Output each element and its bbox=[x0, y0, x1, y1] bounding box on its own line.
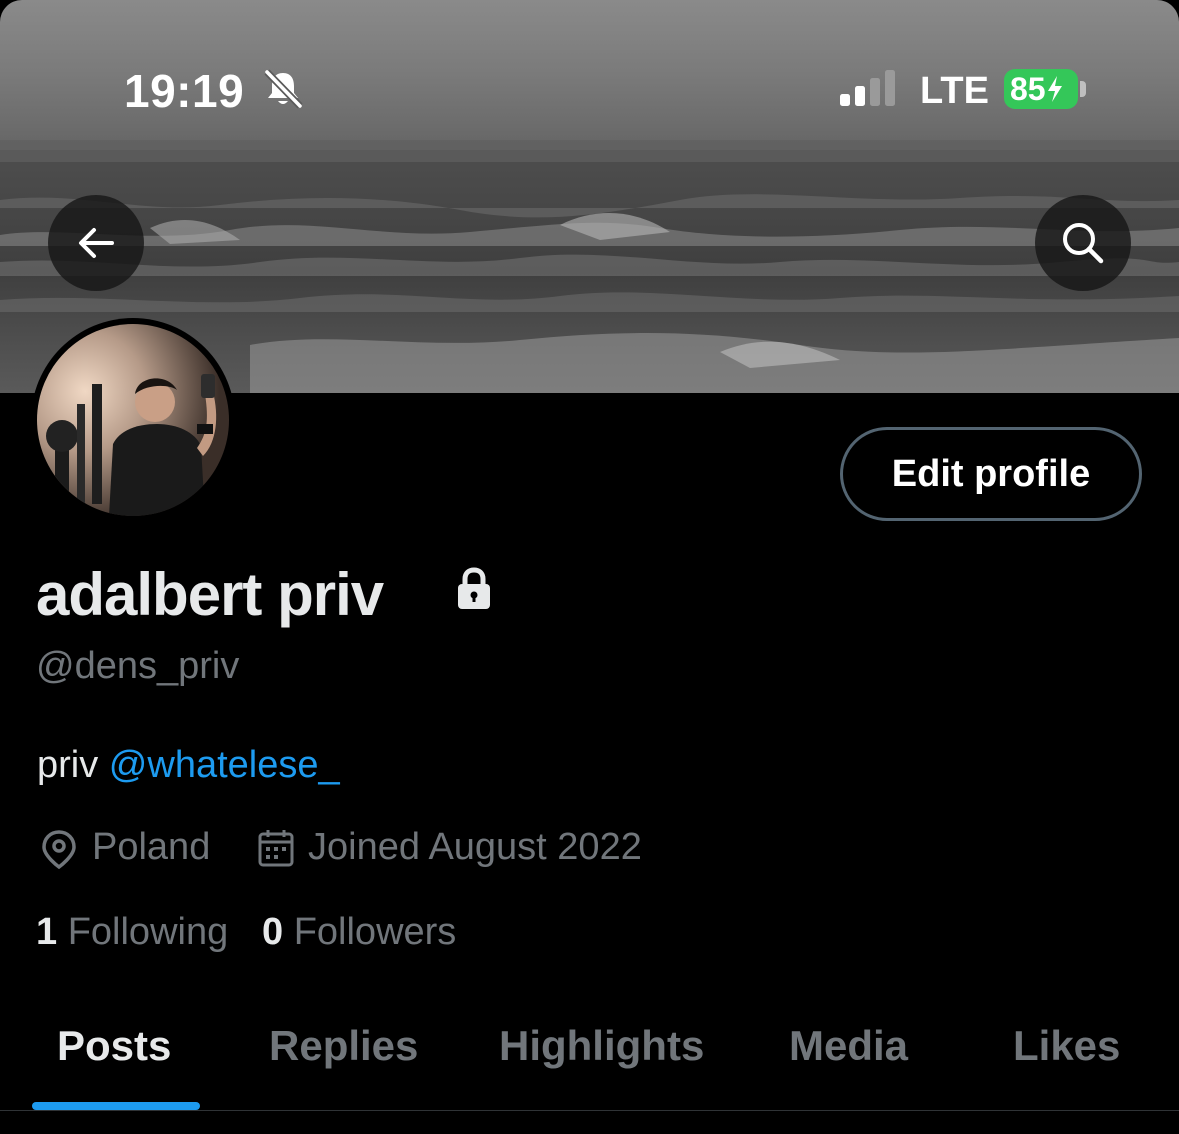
following-link[interactable]: 1 Following bbox=[36, 911, 228, 954]
followers-count: 0 bbox=[262, 911, 284, 953]
tab-replies[interactable]: Replies bbox=[269, 1022, 418, 1070]
lock-icon bbox=[458, 567, 490, 609]
battery-indicator: 85 bbox=[1004, 69, 1078, 109]
following-label: Following bbox=[67, 911, 229, 953]
back-button[interactable] bbox=[48, 195, 144, 291]
display-name: adalbert priv bbox=[36, 561, 384, 628]
tab-posts[interactable]: Posts bbox=[57, 1022, 171, 1070]
bio-mention-link[interactable]: @whatelese_ bbox=[109, 744, 340, 786]
joined-date: Joined August 2022 bbox=[308, 826, 642, 868]
avatar[interactable] bbox=[31, 318, 235, 522]
followers-link[interactable]: 0 Followers bbox=[262, 911, 456, 954]
active-tab-indicator bbox=[32, 1102, 200, 1110]
battery-cap bbox=[1080, 81, 1086, 97]
location: Poland bbox=[92, 826, 211, 868]
charging-bolt-icon bbox=[1047, 76, 1062, 102]
calendar-icon bbox=[258, 830, 294, 867]
bell-slash-icon bbox=[264, 69, 303, 109]
bio: priv @whatelese_ bbox=[37, 744, 340, 787]
tab-highlights[interactable]: Highlights bbox=[499, 1022, 704, 1070]
status-time: 19:19 bbox=[124, 65, 245, 117]
tabs-divider bbox=[0, 1110, 1179, 1111]
arrow-left-icon bbox=[79, 228, 114, 258]
search-icon bbox=[1063, 223, 1104, 264]
battery-level: 85 bbox=[1010, 70, 1046, 107]
tab-likes[interactable]: Likes bbox=[1013, 1022, 1120, 1070]
location-pin-icon bbox=[42, 830, 76, 869]
network-label: LTE bbox=[920, 70, 989, 112]
signal-icon bbox=[840, 70, 895, 106]
following-count: 1 bbox=[36, 911, 58, 953]
search-button[interactable] bbox=[1035, 195, 1131, 291]
handle: @dens_priv bbox=[36, 645, 240, 687]
bio-text: priv bbox=[37, 744, 109, 786]
avatar-photo bbox=[37, 324, 229, 516]
followers-label: Followers bbox=[293, 911, 457, 953]
tab-media[interactable]: Media bbox=[789, 1022, 908, 1070]
edit-profile-button[interactable]: Edit profile bbox=[840, 427, 1142, 521]
